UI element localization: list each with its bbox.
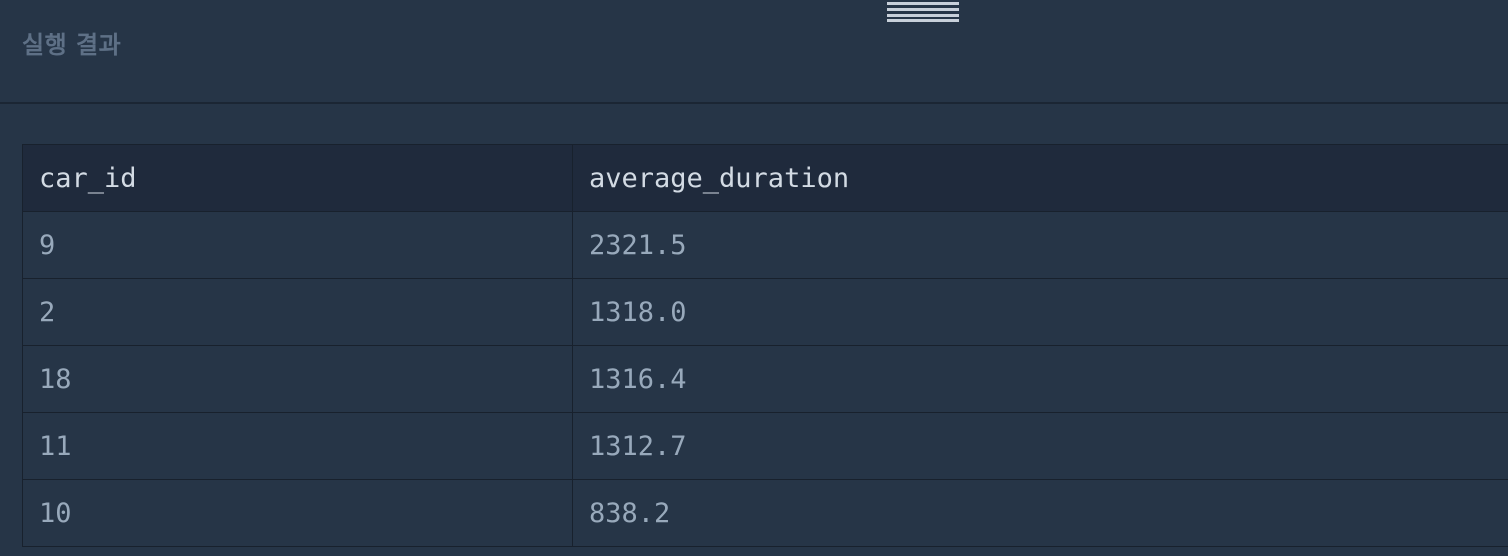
cell-average-duration: 838.2 (572, 479, 1508, 547)
panel-title: 실행 결과 (22, 31, 122, 59)
cell-car-id: 18 (22, 345, 573, 413)
table-header-row: car_id average_duration (22, 144, 1508, 212)
table-row: 9 2321.5 (22, 211, 1508, 279)
column-header-car-id: car_id (22, 144, 573, 212)
cell-car-id: 9 (22, 211, 573, 279)
cell-average-duration: 2321.5 (572, 211, 1508, 279)
table-row: 2 1318.0 (22, 278, 1508, 346)
cell-car-id: 11 (22, 412, 573, 480)
handle-line (887, 2, 959, 5)
cell-car-id: 10 (22, 479, 573, 547)
result-table: car_id average_duration 9 2321.5 2 1318.… (22, 144, 1508, 547)
table-row: 18 1316.4 (22, 345, 1508, 413)
cell-average-duration: 1312.7 (572, 412, 1508, 480)
handle-line (887, 8, 959, 11)
handle-line (887, 19, 959, 22)
cell-car-id: 2 (22, 278, 573, 346)
handle-line (887, 14, 959, 17)
table-row: 11 1312.7 (22, 412, 1508, 480)
cell-average-duration: 1316.4 (572, 345, 1508, 413)
table-row: 10 838.2 (22, 479, 1508, 547)
cell-average-duration: 1318.0 (572, 278, 1508, 346)
column-header-average-duration: average_duration (572, 144, 1508, 212)
header-divider (0, 102, 1508, 104)
resize-handle-icon[interactable] (887, 2, 959, 22)
